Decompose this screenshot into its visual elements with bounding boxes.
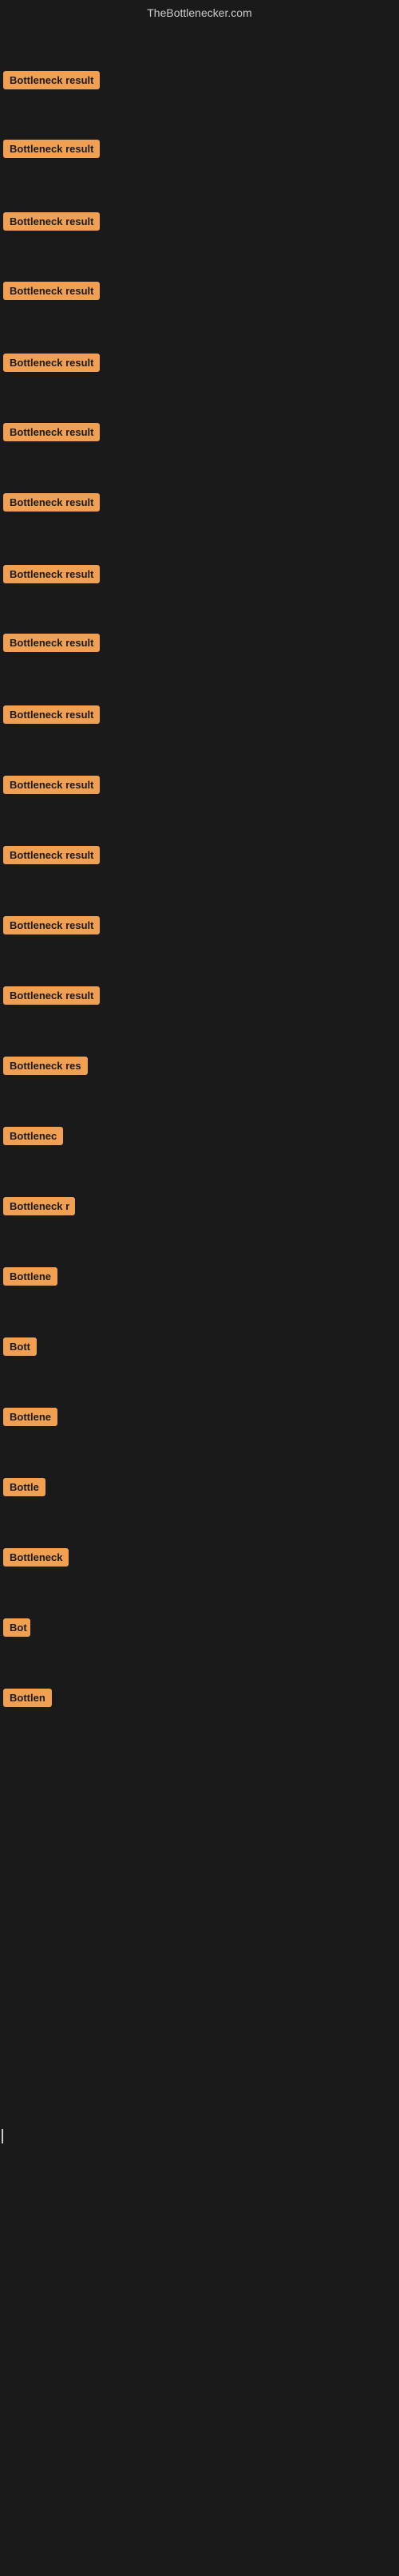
bottleneck-badge: Bottleneck result bbox=[3, 71, 100, 89]
bottleneck-badge: Bottleneck result bbox=[3, 776, 100, 794]
bottleneck-badge: Bottle bbox=[3, 1478, 45, 1496]
bottleneck-badge: Bottleneck result bbox=[3, 986, 100, 1005]
list-item: Bottleneck result bbox=[0, 772, 399, 796]
bottleneck-badge: Bottleneck result bbox=[3, 565, 100, 583]
bottleneck-badge: Bottleneck result bbox=[3, 212, 100, 231]
text-cursor bbox=[2, 2129, 3, 2143]
bottleneck-badge: Bottlene bbox=[3, 1267, 57, 1286]
list-item: Bottleneck result bbox=[0, 983, 399, 1007]
list-item: Bottleneck r bbox=[0, 1194, 399, 1218]
list-item: Bottleneck result bbox=[0, 702, 399, 726]
list-item: Bottlen bbox=[0, 1685, 399, 1709]
bottleneck-badge: Bottleneck result bbox=[3, 140, 100, 158]
site-header: TheBottlenecker.com bbox=[0, 0, 399, 22]
bottleneck-badge: Bottleneck result bbox=[3, 282, 100, 300]
items-container: Bottleneck result Bottleneck result Bottle… bbox=[0, 22, 399, 2576]
list-item: Bottleneck result bbox=[0, 490, 399, 514]
list-item: Bottleneck result bbox=[0, 209, 399, 233]
list-item: Bottleneck result bbox=[0, 562, 399, 586]
bottleneck-badge: Bottleneck bbox=[3, 1548, 69, 1567]
bottleneck-badge: Bot bbox=[3, 1618, 30, 1637]
list-item: Bottleneck result bbox=[0, 420, 399, 444]
list-item: Bottleneck result bbox=[0, 68, 399, 92]
bottleneck-badge: Bottleneck result bbox=[3, 423, 100, 441]
bottleneck-badge: Bottleneck result bbox=[3, 634, 100, 652]
bottleneck-badge: Bottleneck result bbox=[3, 916, 100, 934]
list-item: Bottlenec bbox=[0, 1124, 399, 1148]
bottleneck-badge: Bottleneck r bbox=[3, 1197, 75, 1215]
list-item: Bottleneck result bbox=[0, 913, 399, 937]
bottleneck-badge: Bottlenec bbox=[3, 1127, 63, 1145]
list-item: Bot bbox=[0, 1615, 399, 1639]
bottleneck-badge: Bottleneck result bbox=[3, 846, 100, 864]
bottleneck-badge: Bottlene bbox=[3, 1408, 57, 1426]
list-item: Bottlene bbox=[0, 1405, 399, 1428]
bottleneck-badge: Bottleneck result bbox=[3, 493, 100, 512]
site-title: TheBottlenecker.com bbox=[147, 6, 252, 19]
list-item: Bottlene bbox=[0, 1264, 399, 1288]
list-item: Bottleneck result bbox=[0, 136, 399, 160]
list-item: Bottleneck res bbox=[0, 1053, 399, 1077]
list-item: Bottleneck result bbox=[0, 630, 399, 654]
list-item: Bottle bbox=[0, 1475, 399, 1499]
list-item: Bottleneck bbox=[0, 1545, 399, 1569]
list-item: Bott bbox=[0, 1334, 399, 1358]
bottleneck-badge: Bottleneck res bbox=[3, 1057, 88, 1075]
bottleneck-badge: Bottlen bbox=[3, 1689, 52, 1707]
bottleneck-badge: Bottleneck result bbox=[3, 705, 100, 724]
bottleneck-badge: Bottleneck result bbox=[3, 354, 100, 372]
list-item: Bottleneck result bbox=[0, 350, 399, 374]
bottleneck-badge: Bott bbox=[3, 1337, 37, 1356]
list-item: Bottleneck result bbox=[0, 279, 399, 302]
list-item: Bottleneck result bbox=[0, 843, 399, 867]
